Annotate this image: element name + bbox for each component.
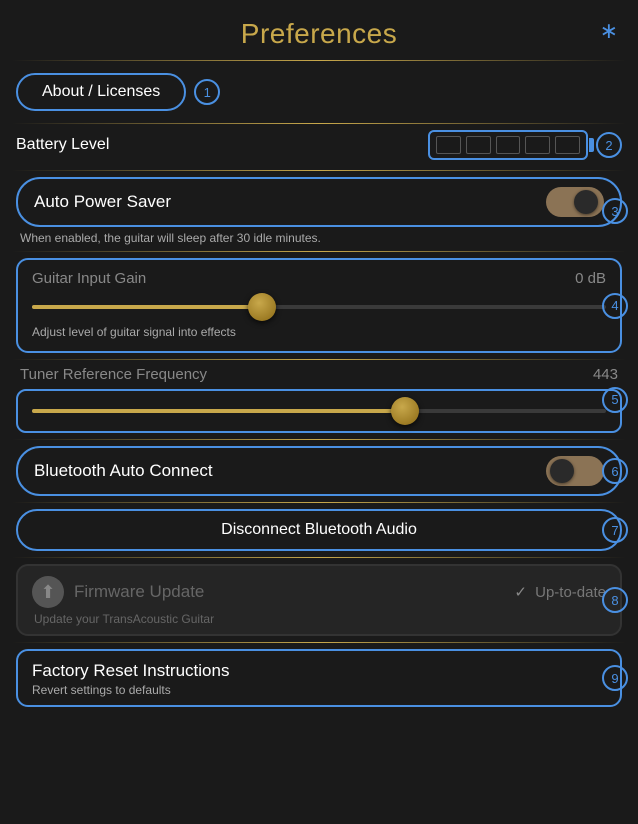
- divider-5: [12, 439, 626, 440]
- bluetooth-auto-connect-label: Bluetooth Auto Connect: [34, 461, 213, 481]
- item-number-3: 3: [602, 198, 628, 224]
- bluetooth-icon: ∗: [600, 18, 618, 44]
- bluetooth-auto-connect-thumb: [550, 459, 574, 483]
- about-row: About / Licenses 1: [0, 61, 638, 123]
- firmware-helper: Update your TransAcoustic Guitar: [32, 612, 606, 626]
- auto-power-saver-helper: When enabled, the guitar will sleep afte…: [16, 231, 622, 245]
- tuner-fill: [32, 409, 405, 413]
- tuner-freq-section: Tuner Reference Frequency 443: [16, 366, 622, 433]
- factory-reset-section[interactable]: Factory Reset Instructions Revert settin…: [16, 649, 622, 707]
- guitar-gain-track: [32, 305, 606, 309]
- divider-7: [12, 557, 626, 558]
- divider-3: [12, 251, 626, 252]
- firmware-section: ⬆ Firmware Update ✓ Up-to-date Update yo…: [16, 564, 622, 636]
- guitar-gain-title: Guitar Input Gain: [32, 270, 146, 287]
- firmware-status-text: Up-to-date: [535, 584, 606, 601]
- battery-label: Battery Level: [16, 136, 428, 154]
- battery-segment-1: [436, 136, 461, 154]
- battery-segment-2: [466, 136, 491, 154]
- divider-4: [12, 359, 626, 360]
- bluetooth-auto-connect-content: Bluetooth Auto Connect: [16, 446, 622, 496]
- factory-reset-row: Factory Reset Instructions Revert settin…: [16, 649, 622, 707]
- auto-power-saver-content: Auto Power Saver When enabled, the guita…: [16, 177, 622, 245]
- divider-8: [12, 642, 626, 643]
- bluetooth-auto-connect-row: Bluetooth Auto Connect 6: [16, 446, 622, 496]
- firmware-label: Firmware Update: [74, 582, 504, 602]
- firmware-status: ✓ Up-to-date: [514, 583, 606, 601]
- auto-power-saver-row: Auto Power Saver When enabled, the guita…: [16, 177, 622, 245]
- firmware-upload-icon: ⬆: [32, 576, 64, 608]
- item-number-7: 7: [602, 517, 628, 543]
- firmware-update-row: ⬆ Firmware Update ✓ Up-to-date Update yo…: [16, 564, 622, 636]
- bluetooth-auto-connect-toggle[interactable]: [546, 456, 604, 486]
- factory-reset-title: Factory Reset Instructions: [32, 661, 606, 681]
- bluetooth-auto-connect-toggle-row[interactable]: Bluetooth Auto Connect: [16, 446, 622, 496]
- item-number-1: 1: [194, 79, 220, 105]
- disconnect-bt-content: Disconnect Bluetooth Audio: [16, 509, 622, 551]
- about-licenses-button[interactable]: About / Licenses: [16, 73, 186, 111]
- guitar-gain-section: Guitar Input Gain 0 dB Adjust level of g…: [16, 258, 622, 353]
- guitar-gain-helper: Adjust level of guitar signal into effec…: [32, 325, 606, 339]
- battery-segment-3: [496, 136, 521, 154]
- tuner-track: [32, 409, 606, 413]
- tuner-freq-header: Tuner Reference Frequency 443: [16, 366, 622, 383]
- factory-reset-helper: Revert settings to defaults: [32, 683, 606, 697]
- divider-6: [12, 502, 626, 503]
- disconnect-bluetooth-button[interactable]: Disconnect Bluetooth Audio: [16, 509, 622, 551]
- guitar-gain-header: Guitar Input Gain 0 dB: [32, 270, 606, 287]
- tuner-slider-wrap: [16, 389, 622, 433]
- tuner-freq-value: 443: [593, 366, 618, 383]
- tuner-thumb[interactable]: [391, 397, 419, 425]
- firmware-row: ⬆ Firmware Update ✓ Up-to-date: [32, 576, 606, 608]
- item-number-5: 5: [602, 387, 628, 413]
- disconnect-bt-row: Disconnect Bluetooth Audio 7: [16, 509, 622, 551]
- item-number-2: 2: [596, 132, 622, 158]
- auto-power-saver-toggle-row[interactable]: Auto Power Saver: [16, 177, 622, 227]
- tuner-slider-container[interactable]: [32, 399, 606, 423]
- tuner-freq-title: Tuner Reference Frequency: [20, 366, 207, 383]
- firmware-check-icon: ✓: [514, 584, 527, 601]
- guitar-gain-thumb[interactable]: [248, 293, 276, 321]
- battery-segment-5: [555, 136, 580, 154]
- item-number-8: 8: [602, 587, 628, 613]
- page-title: Preferences: [241, 18, 397, 50]
- auto-power-saver-thumb: [574, 190, 598, 214]
- guitar-gain-value: 0 dB: [575, 270, 606, 287]
- factory-reset-content: Factory Reset Instructions Revert settin…: [16, 649, 622, 707]
- guitar-gain-fill: [32, 305, 262, 309]
- guitar-gain-row: Guitar Input Gain 0 dB Adjust level of g…: [16, 258, 622, 353]
- battery-indicator: [428, 130, 588, 160]
- firmware-update-content: ⬆ Firmware Update ✓ Up-to-date Update yo…: [16, 564, 622, 636]
- header: Preferences ∗: [0, 0, 638, 60]
- auto-power-saver-label: Auto Power Saver: [34, 192, 171, 212]
- tuner-freq-content: Tuner Reference Frequency 443: [16, 366, 622, 433]
- auto-power-saver-toggle[interactable]: [546, 187, 604, 217]
- item-number-4: 4: [602, 293, 628, 319]
- tuner-freq-row: Tuner Reference Frequency 443 5: [16, 366, 622, 433]
- battery-segment-4: [525, 136, 550, 154]
- guitar-gain-slider-container[interactable]: [32, 295, 606, 319]
- divider-2: [12, 170, 626, 171]
- guitar-gain-content: Guitar Input Gain 0 dB Adjust level of g…: [16, 258, 622, 353]
- item-number-6: 6: [602, 458, 628, 484]
- item-number-9: 9: [602, 665, 628, 691]
- battery-row: Battery Level 2: [0, 124, 638, 170]
